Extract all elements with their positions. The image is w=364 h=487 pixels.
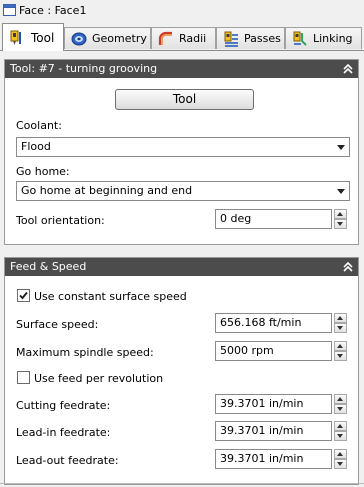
tool-tab-icon xyxy=(10,30,21,45)
tool-section-header[interactable]: Tool: #7 - turning grooving xyxy=(5,60,358,78)
collapse-icon[interactable] xyxy=(342,260,354,274)
surface-speed-label: Surface speed: xyxy=(16,318,99,331)
tab-linking[interactable]: Linking xyxy=(285,27,362,49)
increment-button[interactable] xyxy=(334,449,347,459)
cutting-feedrate-stepper xyxy=(334,394,347,414)
coolant-label: Coolant: xyxy=(16,119,62,132)
cutting-feedrate-spinner: 39.3701 in/min xyxy=(215,394,347,414)
increment-button[interactable] xyxy=(334,313,347,323)
lead-in-feedrate-input[interactable]: 39.3701 in/min xyxy=(215,421,332,441)
lead-in-feedrate-spinner: 39.3701 in/min xyxy=(215,421,347,441)
lead-in-feedrate-label: Lead-in feedrate: xyxy=(16,426,111,439)
cutting-feedrate-label: Cutting feedrate: xyxy=(16,399,111,412)
radii-tab-icon xyxy=(158,31,172,45)
go-home-value: Go home at beginning and end xyxy=(21,184,193,197)
increment-button[interactable] xyxy=(334,341,347,351)
passes-tab-icon xyxy=(224,31,238,47)
checkmark-icon xyxy=(19,291,28,300)
tab-tool-label: Tool xyxy=(31,30,55,45)
tab-passes-label: Passes xyxy=(244,32,281,45)
decrement-button[interactable] xyxy=(334,219,347,229)
collapse-icon[interactable] xyxy=(342,62,354,76)
lead-out-feedrate-spinner: 39.3701 in/min xyxy=(215,449,347,469)
geometry-tab-icon xyxy=(71,32,87,45)
increment-button[interactable] xyxy=(334,421,347,431)
max-spindle-speed-stepper xyxy=(334,341,347,361)
linking-tab-icon xyxy=(293,31,307,46)
tool-section: Tool: #7 - turning grooving Tool Coolant… xyxy=(4,59,359,245)
surface-speed-spinner: 656.168 ft/min xyxy=(215,313,347,333)
window-title: Face : Face1 xyxy=(19,4,87,17)
tab-linking-label: Linking xyxy=(313,32,353,45)
max-spindle-speed-spinner: 5000 rpm xyxy=(215,341,347,361)
feed-per-revolution-checkbox[interactable] xyxy=(17,371,30,384)
title-bar: Face : Face1 xyxy=(0,0,364,22)
chevron-down-icon xyxy=(337,145,345,150)
coolant-select[interactable]: Flood xyxy=(16,137,350,157)
tab-tool[interactable]: Tool xyxy=(2,23,64,51)
lead-out-feedrate-label: Lead-out feedrate: xyxy=(16,454,119,467)
tool-select-button[interactable]: Tool xyxy=(115,89,254,110)
tab-content-tool: Tool: #7 - turning grooving Tool Coolant… xyxy=(0,51,364,487)
constant-surface-speed-label: Use constant surface speed xyxy=(34,290,187,303)
lead-out-feedrate-stepper xyxy=(334,449,347,469)
surface-speed-input[interactable]: 656.168 ft/min xyxy=(215,313,332,333)
go-home-label: Go home: xyxy=(16,165,70,178)
decrement-button[interactable] xyxy=(334,404,347,414)
tab-radii-label: Radii xyxy=(179,32,207,45)
tool-orientation-input[interactable]: 0 deg xyxy=(215,209,332,229)
tab-geometry[interactable]: Geometry xyxy=(64,27,151,49)
feed-speed-section-header[interactable]: Feed & Speed xyxy=(5,258,358,276)
window-icon xyxy=(3,4,16,16)
tool-orientation-label: Tool orientation: xyxy=(16,214,105,227)
operation-dialog: Face : Face1 Tool Geometry Radii Passes … xyxy=(0,0,364,487)
tool-orientation-stepper xyxy=(334,209,347,229)
tool-section-title: Tool: #7 - turning grooving xyxy=(10,62,158,75)
feed-speed-section: Feed & Speed Use constant surface speed … xyxy=(4,257,359,485)
chevron-down-icon xyxy=(337,189,345,194)
bottom-edge xyxy=(0,483,364,484)
decrement-button[interactable] xyxy=(334,431,347,441)
increment-button[interactable] xyxy=(334,394,347,404)
lead-out-feedrate-input[interactable]: 39.3701 in/min xyxy=(215,449,332,469)
max-spindle-speed-input[interactable]: 5000 rpm xyxy=(215,341,332,361)
constant-surface-speed-checkbox[interactable] xyxy=(17,289,30,302)
cutting-feedrate-input[interactable]: 39.3701 in/min xyxy=(215,394,332,414)
feed-speed-section-title: Feed & Speed xyxy=(10,260,87,273)
tab-strip: Tool Geometry Radii Passes Linking xyxy=(0,22,364,51)
decrement-button[interactable] xyxy=(334,459,347,469)
tab-radii[interactable]: Radii xyxy=(151,27,216,49)
tab-geometry-label: Geometry xyxy=(92,32,147,45)
go-home-select[interactable]: Go home at beginning and end xyxy=(16,181,350,201)
tool-orientation-spinner: 0 deg xyxy=(215,209,347,229)
feed-per-revolution-label: Use feed per revolution xyxy=(34,372,164,385)
increment-button[interactable] xyxy=(334,209,347,219)
coolant-value: Flood xyxy=(21,140,51,153)
tab-passes[interactable]: Passes xyxy=(216,27,285,49)
surface-speed-stepper xyxy=(334,313,347,333)
decrement-button[interactable] xyxy=(334,323,347,333)
max-spindle-speed-label: Maximum spindle speed: xyxy=(16,346,154,359)
decrement-button[interactable] xyxy=(334,351,347,361)
lead-in-feedrate-stepper xyxy=(334,421,347,441)
